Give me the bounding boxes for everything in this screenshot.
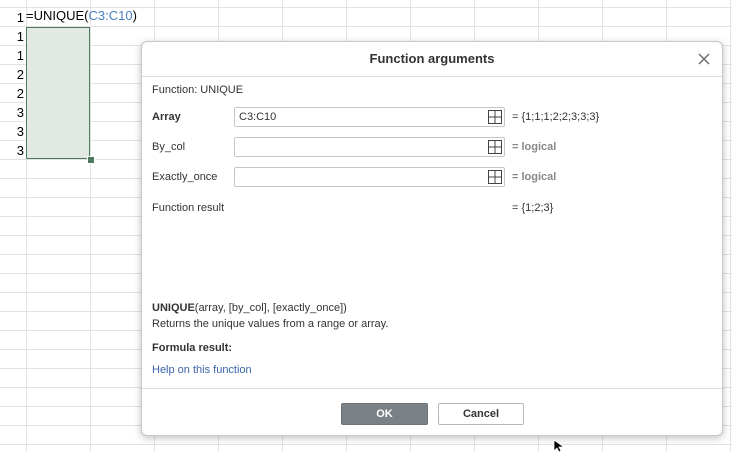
array-input[interactable] <box>234 107 505 127</box>
function-result-value: = {1;2;3} <box>512 202 554 214</box>
by-col-input[interactable] <box>234 137 505 157</box>
fill-handle[interactable] <box>87 156 95 164</box>
help-link[interactable]: Help on this function <box>152 364 252 376</box>
formula-result-label: Formula result: <box>152 342 233 354</box>
by-col-result: = logical <box>512 141 557 153</box>
formula-text: =UNIQUE( <box>26 8 89 23</box>
arg-label-by-col: By_col <box>152 141 186 153</box>
cell-value[interactable]: 1 <box>4 48 24 63</box>
function-description: Returns the unique values from a range o… <box>152 318 389 330</box>
array-result: = {1;1;1;2;2;3;3;3} <box>512 111 600 123</box>
cell-value[interactable]: 3 <box>4 124 24 139</box>
range-select-icon[interactable] <box>488 110 502 124</box>
cell-value[interactable]: 2 <box>4 67 24 82</box>
range-select-icon[interactable] <box>488 170 502 184</box>
cell-value[interactable]: 1 <box>4 29 24 44</box>
range-select-icon[interactable] <box>488 140 502 154</box>
function-result-label: Function result <box>152 202 225 214</box>
signature-name: UNIQUE <box>152 302 195 314</box>
arg-label-array: Array <box>152 111 181 123</box>
function-arguments-dialog: Function arguments Function: UNIQUE Arra… <box>141 41 723 436</box>
ok-button[interactable]: OK <box>341 403 428 425</box>
selected-range[interactable] <box>26 27 90 159</box>
footer-separator <box>142 388 722 389</box>
formula-text-end: ) <box>132 8 137 23</box>
function-signature: UNIQUE(array, [by_col], [exactly_once]) <box>152 302 347 314</box>
exactly-once-input[interactable] <box>234 167 505 187</box>
cell-value[interactable]: 3 <box>4 143 24 158</box>
exactly-once-result: = logical <box>512 171 557 183</box>
close-icon[interactable] <box>696 51 712 67</box>
dialog-title: Function arguments <box>369 51 495 66</box>
signature-args: (array, [by_col], [exactly_once]) <box>194 302 347 314</box>
title-separator <box>142 76 722 77</box>
formula-range-ref: C3:C10 <box>88 8 133 23</box>
mouse-cursor-icon <box>553 440 566 452</box>
cancel-button[interactable]: Cancel <box>438 403 524 425</box>
cell-value[interactable]: 3 <box>4 105 24 120</box>
cell-value[interactable]: 1 <box>4 10 24 25</box>
active-formula-cell[interactable]: =UNIQUE(C3:C10) <box>26 8 137 23</box>
cell-value[interactable]: 2 <box>4 86 24 101</box>
arg-label-exactly-once: Exactly_once <box>152 171 218 183</box>
function-name-line: Function: UNIQUE <box>152 84 244 96</box>
